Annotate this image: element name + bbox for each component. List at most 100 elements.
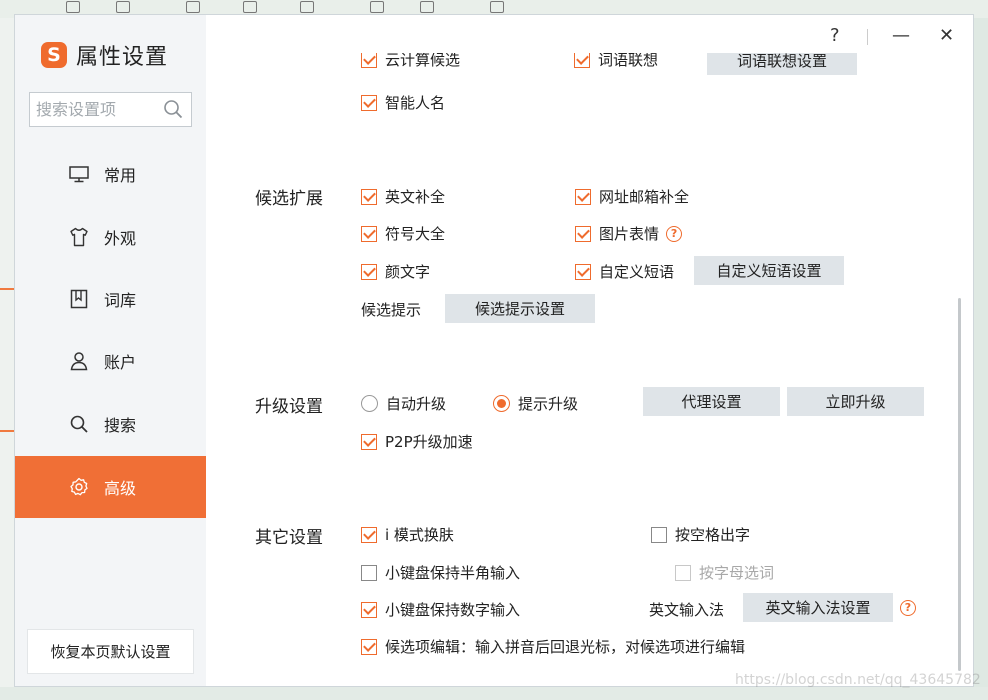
search-icon: [70, 415, 88, 433]
restore-defaults-button[interactable]: 恢复本页默认设置: [27, 629, 194, 674]
checkbox-label: 词语联想: [598, 53, 659, 69]
background-tool-icon: [243, 1, 257, 13]
p2p-upgrade-checkbox[interactable]: P2P升级加速: [361, 431, 473, 452]
cloud-candidate-checkbox[interactable]: 云计算候选: [361, 53, 460, 70]
checkbox-box: [361, 433, 377, 450]
smart-name-checkbox[interactable]: 智能人名: [361, 92, 445, 113]
scrolled-row: 词语联想 词语联想设置: [572, 53, 862, 79]
upgrade-settings-title: 升级设置: [255, 397, 323, 417]
auto-upgrade-radio[interactable]: 自动升级: [361, 393, 446, 414]
sidebar-item-appearance[interactable]: 外观: [15, 206, 206, 268]
search-icon[interactable]: [163, 99, 183, 119]
english-ime-settings-button[interactable]: 英文输入法设置: [743, 593, 893, 622]
checkbox-box: [361, 601, 377, 618]
checkbox-box: [361, 188, 377, 205]
picture-emoji-checkbox[interactable]: 图片表情 ?: [575, 223, 683, 244]
checkbox-label: 颜文字: [385, 263, 431, 281]
other-settings-title: 其它设置: [255, 528, 323, 548]
vertical-scrollbar[interactable]: [958, 298, 961, 671]
watermark-text: https://blog.csdn.net/qq_43645782: [735, 672, 981, 688]
sidebar-item-advanced[interactable]: 高级: [15, 456, 206, 518]
checkbox-label: 网址邮箱补全: [599, 188, 690, 206]
word-association-settings-button[interactable]: 词语联想设置: [707, 53, 857, 75]
letter-select-checkbox[interactable]: 按字母选词: [675, 562, 774, 583]
sogou-logo-icon: S: [41, 42, 67, 68]
sidebar-item-account[interactable]: 账户: [15, 330, 206, 392]
symbols-checkbox[interactable]: 符号大全: [361, 223, 445, 244]
candidate-edit-checkbox[interactable]: 候选项编辑：输入拼音后回退光标，对候选项进行编辑: [361, 636, 745, 657]
user-icon: [70, 352, 88, 371]
word-association-checkbox[interactable]: 词语联想: [574, 53, 658, 70]
help-icon[interactable]: ?: [666, 225, 683, 242]
checkbox-box: [675, 564, 691, 581]
space-output-checkbox[interactable]: 按空格出字: [651, 524, 750, 545]
background-tool-icon: [490, 1, 504, 13]
url-email-complete-checkbox[interactable]: 网址邮箱补全: [575, 186, 689, 207]
checkbox-label: 符号大全: [385, 225, 446, 243]
checkbox-box: [575, 188, 591, 205]
proxy-settings-button[interactable]: 代理设置: [643, 387, 780, 416]
checkbox-box: [361, 564, 377, 581]
dialog-title: 属性设置: [76, 45, 169, 70]
candidate-extension-title: 候选扩展: [255, 189, 323, 209]
monitor-icon: [69, 166, 89, 183]
checkbox-box: [361, 225, 377, 242]
checkbox-label: 图片表情: [599, 225, 660, 243]
background-tool-icon: [116, 1, 130, 13]
radio-circle: [493, 395, 510, 412]
sidebar-item-common[interactable]: 常用: [15, 143, 206, 205]
sidebar-item-label: 常用: [104, 166, 137, 185]
checkbox-box: [361, 638, 377, 655]
keypad-half-width-checkbox[interactable]: 小键盘保持半角输入: [361, 562, 520, 583]
checkbox-box: [575, 263, 591, 280]
sidebar-item-label: 高级: [104, 479, 137, 498]
background-tool-icon: [66, 1, 80, 13]
sidebar-item-search[interactable]: 搜索: [15, 393, 206, 455]
background-tool-icon: [186, 1, 200, 13]
checkbox-box: [574, 53, 590, 68]
app-header: S 属性设置: [41, 39, 168, 71]
english-complete-checkbox[interactable]: 英文补全: [361, 186, 445, 207]
sidebar-item-label: 账户: [104, 353, 137, 372]
checkbox-box: [575, 225, 591, 242]
upgrade-now-button[interactable]: 立即升级: [787, 387, 924, 416]
checkbox-box: [651, 526, 667, 543]
sidebar: S 属性设置 常用 外观: [15, 15, 206, 686]
checkbox-label: i 模式换肤: [385, 526, 454, 544]
background-tool-icon: [370, 1, 384, 13]
radio-label: 提示升级: [518, 395, 579, 413]
search-box: [29, 92, 192, 127]
scrolled-row: 云计算候选: [357, 53, 487, 79]
background-accent-line: [0, 288, 14, 290]
background-panel: [0, 18, 14, 700]
background-statusbar: [0, 687, 988, 700]
english-ime-label: 英文输入法: [649, 601, 725, 619]
custom-phrase-checkbox[interactable]: 自定义短语: [575, 261, 674, 282]
candidate-hint-settings-button[interactable]: 候选提示设置: [445, 294, 595, 323]
checkbox-label: 候选项编辑：输入拼音后回退光标，对候选项进行编辑: [385, 638, 746, 656]
help-icon[interactable]: ?: [900, 600, 916, 616]
search-input[interactable]: [30, 93, 164, 126]
checkbox-label: 小键盘保持半角输入: [385, 564, 521, 582]
settings-dialog: S 属性设置 常用 外观: [14, 14, 974, 687]
checkbox-box: [361, 263, 377, 280]
prompt-upgrade-radio[interactable]: 提示升级: [493, 393, 578, 414]
background-tool-icon: [300, 1, 314, 13]
keypad-number-checkbox[interactable]: 小键盘保持数字输入: [361, 599, 520, 620]
custom-phrase-settings-button[interactable]: 自定义短语设置: [694, 256, 844, 285]
gear-icon: [70, 477, 88, 496]
book-icon: [70, 289, 88, 309]
sidebar-item-label: 外观: [104, 229, 137, 248]
checkbox-label: P2P升级加速: [385, 433, 473, 451]
checkbox-label: 云计算候选: [385, 53, 461, 69]
candidate-hint-label: 候选提示: [361, 301, 422, 319]
sidebar-item-lexicon[interactable]: 词库: [15, 268, 206, 330]
checkbox-label: 智能人名: [385, 94, 446, 112]
checkbox-label: 按空格出字: [675, 526, 751, 544]
kaomoji-checkbox[interactable]: 颜文字: [361, 261, 430, 282]
i-mode-skin-checkbox[interactable]: i 模式换肤: [361, 524, 454, 545]
sidebar-item-label: 词库: [104, 291, 137, 310]
background-accent-line: [0, 430, 14, 432]
checkbox-label: 小键盘保持数字输入: [385, 601, 521, 619]
checkbox-label: 按字母选词: [699, 564, 775, 582]
